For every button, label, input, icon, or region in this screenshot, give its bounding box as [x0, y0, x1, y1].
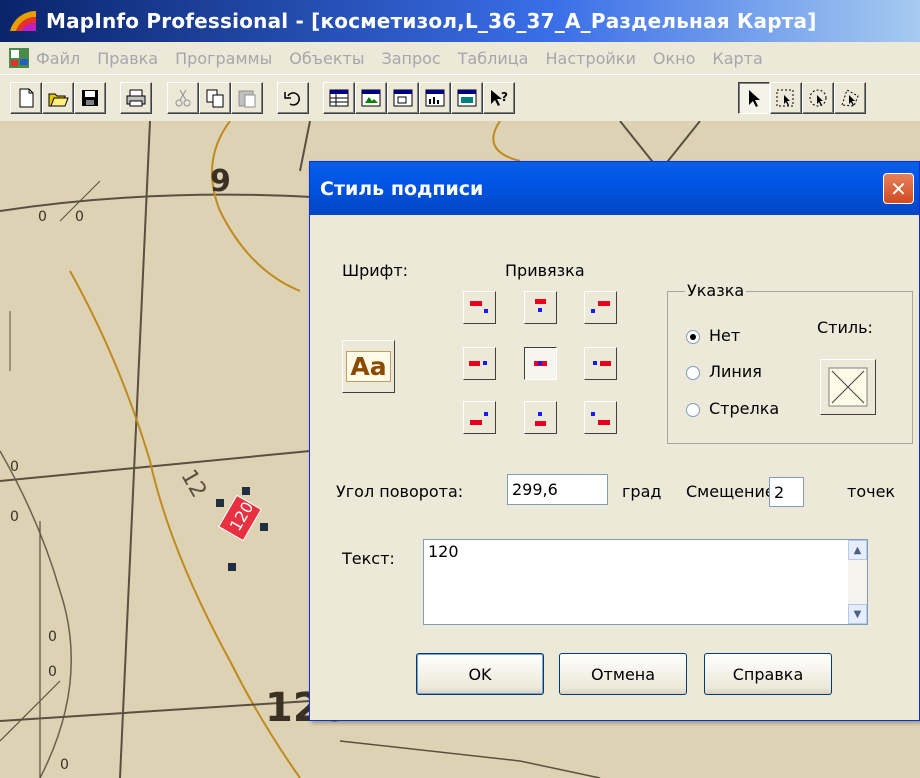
anchor-middle-left[interactable]: [463, 347, 496, 380]
menu-options[interactable]: Настройки: [545, 49, 635, 68]
copy-icon[interactable]: [199, 82, 231, 114]
menu-bar: Файл Правка Программы Объекты Запрос Таб…: [0, 42, 920, 74]
menu-table[interactable]: Таблица: [458, 49, 529, 68]
scroll-up-icon[interactable]: ▲: [848, 540, 867, 560]
pointer-style-button[interactable]: [820, 359, 876, 415]
menu-window[interactable]: Окно: [653, 49, 696, 68]
offset-input[interactable]: [769, 477, 804, 507]
select-icon[interactable]: [738, 82, 770, 114]
pointer-arrow-label[interactable]: Стрелка: [709, 399, 779, 418]
menu-file[interactable]: Файл: [36, 49, 80, 68]
pointer-line-label[interactable]: Линия: [709, 362, 762, 381]
layout-icon[interactable]: [387, 82, 419, 114]
pointer-line-radio[interactable]: [686, 366, 700, 380]
line-style-icon: [828, 367, 868, 407]
polygon-select-icon[interactable]: [834, 82, 866, 114]
anchor-middle-right[interactable]: [584, 347, 617, 380]
angle-unit: град: [622, 482, 662, 501]
scroll-down-icon[interactable]: ▼: [848, 604, 867, 624]
paste-icon[interactable]: [231, 82, 263, 114]
pointer-none-label[interactable]: Нет: [709, 326, 740, 345]
window-title: MapInfo Professional - [косметизол,L_36_…: [46, 9, 817, 33]
save-icon[interactable]: [74, 82, 106, 114]
selection-handle[interactable]: [216, 499, 224, 507]
anchor-bottom-left[interactable]: [463, 401, 496, 434]
document-icon[interactable]: [8, 47, 30, 69]
map-label: 0: [48, 664, 57, 680]
dialog-title: Стиль подписи: [320, 177, 484, 200]
anchor-top-left[interactable]: [463, 291, 496, 324]
print-icon[interactable]: [120, 82, 152, 114]
offset-unit: точек: [847, 482, 896, 501]
menu-map[interactable]: Карта: [712, 49, 762, 68]
style-label: Стиль:: [817, 318, 873, 337]
offset-label: Смещение: [686, 482, 775, 501]
graph-icon[interactable]: [419, 82, 451, 114]
pointer-group-legend: Указка: [685, 281, 747, 300]
dialog-titlebar[interactable]: Стиль подписи ✕: [310, 162, 919, 215]
map-label: 9: [210, 164, 231, 199]
browser-icon[interactable]: [323, 82, 355, 114]
menu-programs[interactable]: Программы: [175, 49, 272, 68]
legend-icon[interactable]: [451, 82, 483, 114]
map-label: 0: [75, 209, 84, 225]
selection-handle[interactable]: [228, 563, 236, 571]
anchor-bottom-center[interactable]: [524, 401, 557, 434]
font-label: Шрифт:: [342, 261, 409, 280]
map-label: 0: [38, 209, 47, 225]
cut-icon[interactable]: [167, 82, 199, 114]
undo-icon[interactable]: [277, 82, 309, 114]
map-label: 0: [48, 629, 57, 645]
pointer-none-radio[interactable]: [686, 330, 700, 344]
selection-handle[interactable]: [260, 523, 268, 531]
radius-select-icon[interactable]: [802, 82, 834, 114]
map-label: 0: [60, 757, 69, 773]
help-button[interactable]: Справка: [704, 653, 832, 695]
label-text-field[interactable]: 120: [423, 539, 868, 625]
cancel-button[interactable]: Отмена: [559, 653, 687, 695]
window-titlebar[interactable]: MapInfo Professional - [косметизол,L_36_…: [0, 0, 920, 42]
mapinfo-logo-icon: [10, 11, 36, 31]
map-label: 0: [10, 509, 19, 525]
font-sample: Aa: [346, 351, 391, 382]
open-icon[interactable]: [42, 82, 74, 114]
text-scrollbar[interactable]: ▲ ▼: [848, 540, 867, 624]
label-style-dialog: Стиль подписи ✕ Шрифт: Aa Привязка Указк…: [309, 161, 920, 721]
new-icon[interactable]: [10, 82, 42, 114]
close-button[interactable]: ✕: [883, 173, 914, 204]
anchor-top-center[interactable]: [524, 291, 557, 324]
menu-query[interactable]: Запрос: [381, 49, 440, 68]
text-label: Текст:: [342, 549, 395, 568]
angle-label: Угол поворота:: [336, 482, 464, 501]
anchor-bottom-right[interactable]: [584, 401, 617, 434]
ok-button[interactable]: OK: [416, 653, 544, 695]
menu-edit[interactable]: Правка: [97, 49, 158, 68]
close-icon: ✕: [890, 176, 907, 201]
anchor-label: Привязка: [505, 261, 585, 280]
anchor-top-right[interactable]: [584, 291, 617, 324]
map-icon[interactable]: [355, 82, 387, 114]
pointer-group: Указка Стиль:: [667, 281, 913, 444]
anchor-center[interactable]: [524, 347, 557, 380]
map-label: 0: [10, 459, 19, 475]
marquee-select-icon[interactable]: [770, 82, 802, 114]
main-toolbar: ?: [0, 74, 920, 122]
svg-text:?: ?: [501, 90, 508, 104]
angle-input[interactable]: [507, 474, 608, 505]
font-button[interactable]: Aa: [342, 340, 395, 393]
help-pointer-icon[interactable]: ?: [483, 82, 515, 114]
pointer-arrow-radio[interactable]: [686, 403, 700, 417]
menu-objects[interactable]: Объекты: [289, 49, 364, 68]
selection-handle[interactable]: [242, 487, 250, 495]
